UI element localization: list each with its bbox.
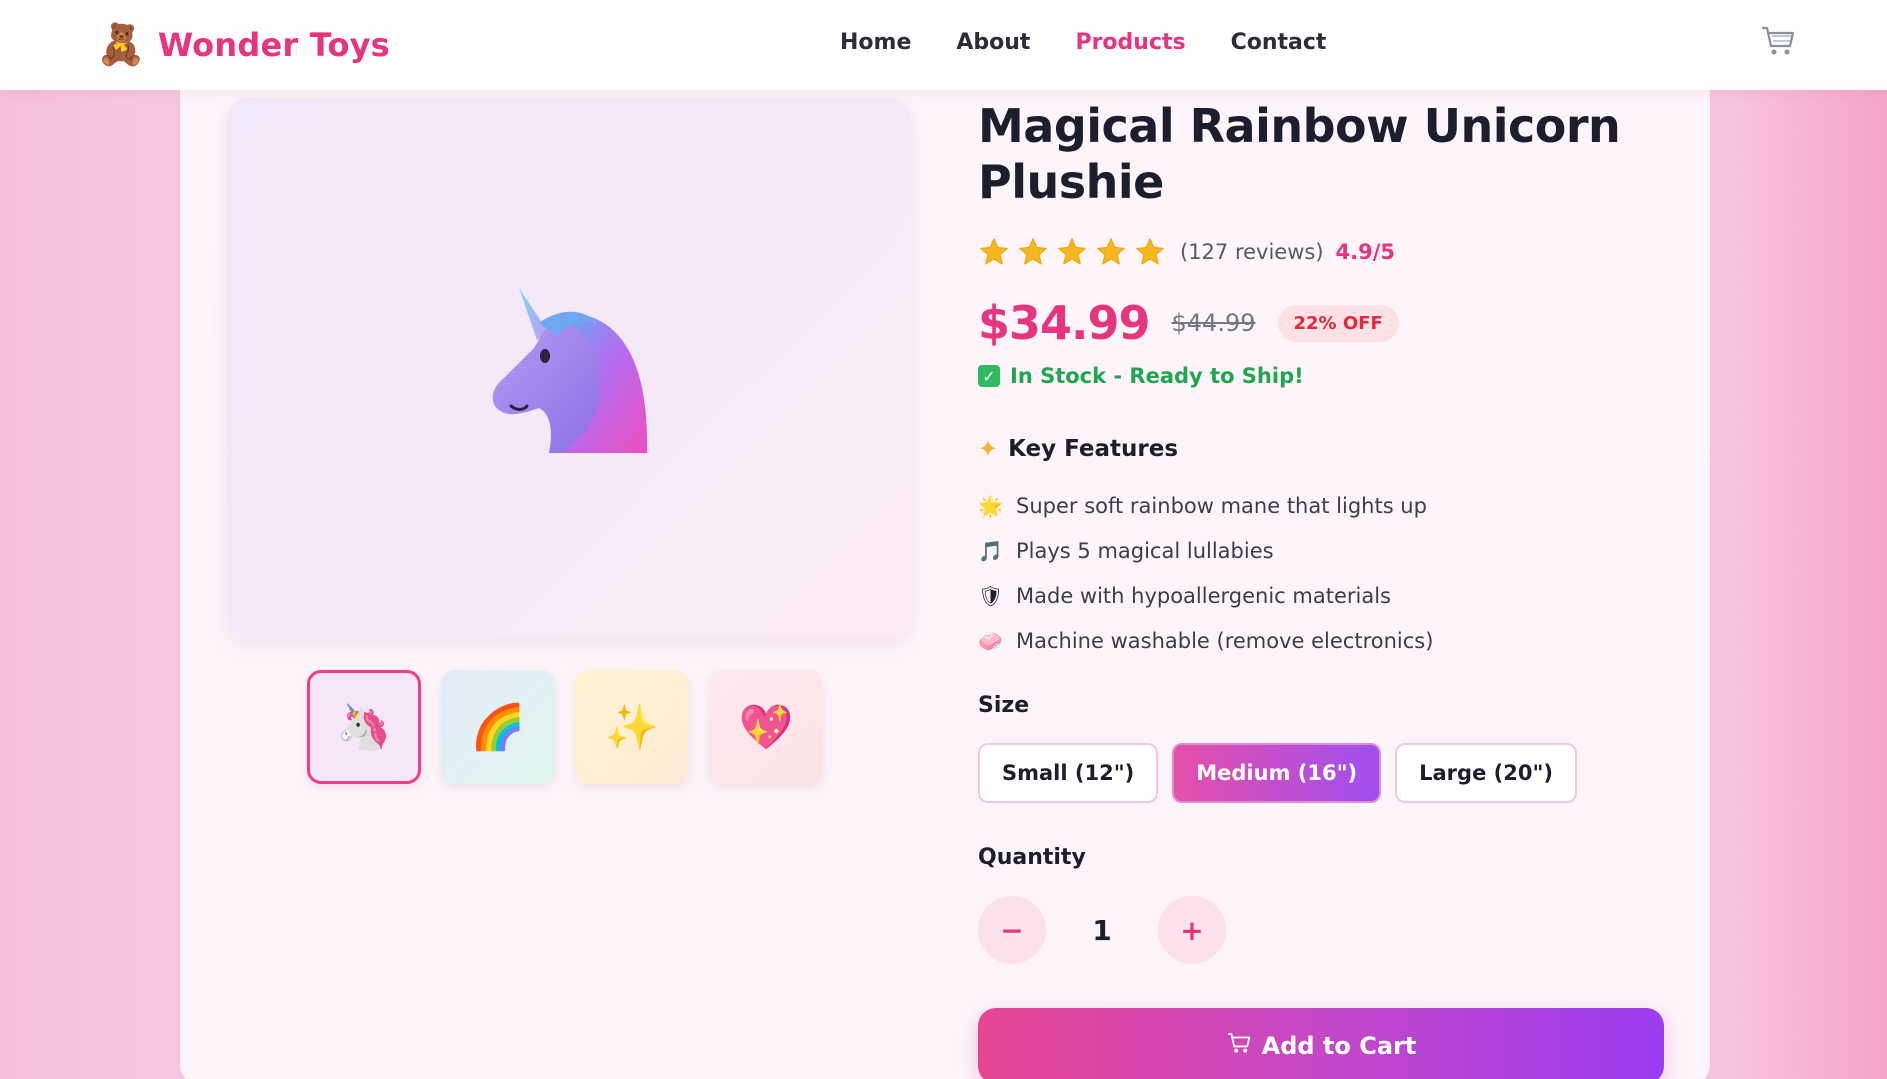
teddy-bear-icon: 🧸 bbox=[96, 22, 146, 68]
product-title: Magical Rainbow Unicorn Plushie bbox=[978, 98, 1668, 210]
size-medium-button[interactable]: Medium (16") bbox=[1172, 743, 1382, 803]
feature-list: 🌟 Super soft rainbow mane that lights up… bbox=[978, 483, 1433, 663]
nav-about[interactable]: About bbox=[956, 30, 1030, 55]
star-icon bbox=[1136, 238, 1164, 265]
feature-text: Super soft rainbow mane that lights up bbox=[1016, 493, 1427, 518]
stock-text: In Stock - Ready to Ship! bbox=[1010, 364, 1304, 388]
rating-score: 4.9/5 bbox=[1335, 240, 1396, 264]
star-icon bbox=[1019, 238, 1047, 265]
star-icon bbox=[1058, 238, 1086, 265]
star-rating bbox=[978, 236, 1166, 268]
cart-icon bbox=[1226, 1032, 1252, 1060]
thumbnail-heart[interactable]: 💖 bbox=[709, 670, 823, 784]
feature-text: Made with hypoallergenic materials bbox=[1016, 583, 1391, 608]
add-to-cart-label: Add to Cart bbox=[1261, 1032, 1417, 1060]
brand-name: Wonder Toys bbox=[157, 26, 390, 64]
features-header: ✦ Key Features bbox=[978, 435, 1178, 463]
product-main-image[interactable] bbox=[227, 98, 911, 638]
thumbnail-rainbow[interactable]: 🌈 bbox=[441, 670, 555, 784]
quantity-stepper: − 1 + bbox=[978, 896, 1226, 964]
shield-icon: 🛡 bbox=[978, 583, 1004, 608]
cart-icon[interactable] bbox=[1758, 25, 1798, 65]
product-title-line2: Plushie bbox=[978, 155, 1164, 209]
cart-icon-graphic bbox=[1762, 26, 1795, 55]
increase-quantity-button[interactable]: + bbox=[1158, 896, 1226, 964]
thumbnail-sparkles[interactable]: ✨ bbox=[575, 670, 689, 784]
nav-products[interactable]: Products bbox=[1075, 30, 1185, 55]
original-price: $44.99 bbox=[1171, 309, 1256, 337]
soap-icon: 🧼 bbox=[978, 628, 1003, 653]
nav-contact[interactable]: Contact bbox=[1231, 30, 1327, 55]
main-nav: Home About Products Contact bbox=[840, 30, 1326, 55]
nav-home[interactable]: Home bbox=[840, 30, 911, 55]
quantity-label: Quantity bbox=[978, 845, 1086, 870]
features-title: Key Features bbox=[1008, 436, 1179, 462]
feature-text: Machine washable (remove electronics) bbox=[1016, 628, 1434, 653]
review-count[interactable]: (127 reviews) bbox=[1180, 240, 1324, 264]
size-options: Small (12") Medium (16") Large (20") bbox=[978, 743, 1577, 803]
music-note-icon: 🎵 bbox=[978, 538, 1003, 563]
product-details: Magical Rainbow Unicorn Plushie (127 rev… bbox=[978, 98, 1668, 1079]
sun-icon: 🌟 bbox=[978, 493, 1003, 518]
logo[interactable]: 🧸 Wonder Toys bbox=[96, 20, 390, 70]
star-icon bbox=[1097, 238, 1125, 265]
add-to-cart-button[interactable]: Add to Cart bbox=[978, 1008, 1664, 1079]
current-price: $34.99 bbox=[978, 296, 1151, 350]
check-icon: ✓ bbox=[978, 365, 1000, 387]
site-header: 🧸 Wonder Toys Home About Products Contac… bbox=[0, 0, 1887, 90]
price-row: $34.99 $44.99 22% OFF bbox=[978, 296, 1399, 350]
feature-text: Plays 5 magical lullabies bbox=[1016, 538, 1274, 563]
list-item: 🧼 Machine washable (remove electronics) bbox=[978, 618, 1433, 663]
star-icon bbox=[980, 238, 1008, 265]
thumbnail-strip: 🦄 🌈 ✨ 💖 bbox=[307, 670, 823, 784]
unicorn-icon bbox=[492, 288, 648, 453]
stock-status: ✓ In Stock - Ready to Ship! bbox=[978, 364, 1304, 388]
list-item: 🛡 Made with hypoallergenic materials bbox=[978, 573, 1433, 618]
product-title-line1: Magical Rainbow Unicorn bbox=[978, 99, 1621, 153]
size-label: Size bbox=[978, 693, 1030, 718]
decrease-quantity-button[interactable]: − bbox=[978, 896, 1046, 964]
sparkle-icon: ✦ bbox=[978, 435, 999, 463]
discount-badge: 22% OFF bbox=[1277, 304, 1399, 342]
rating-row: (127 reviews) 4.9/5 bbox=[978, 236, 1395, 268]
size-small-button[interactable]: Small (12") bbox=[978, 743, 1159, 803]
size-large-button[interactable]: Large (20") bbox=[1395, 743, 1577, 803]
thumbnail-unicorn[interactable]: 🦄 bbox=[307, 670, 421, 784]
list-item: 🌟 Super soft rainbow mane that lights up bbox=[978, 483, 1433, 528]
cart-icon-graphic bbox=[1227, 1033, 1250, 1053]
quantity-value[interactable]: 1 bbox=[1046, 914, 1158, 947]
list-item: 🎵 Plays 5 magical lullabies bbox=[978, 528, 1433, 573]
